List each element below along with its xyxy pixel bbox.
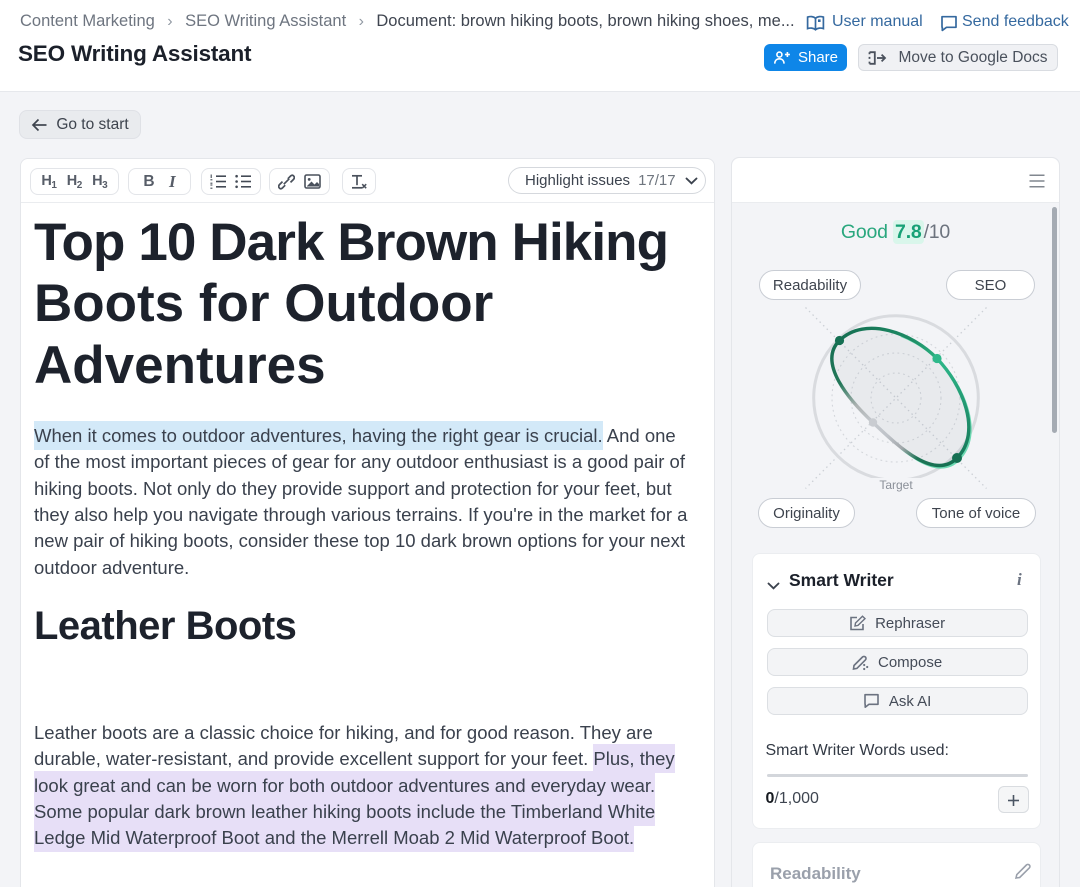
svg-text:Target: Target — [879, 478, 913, 492]
